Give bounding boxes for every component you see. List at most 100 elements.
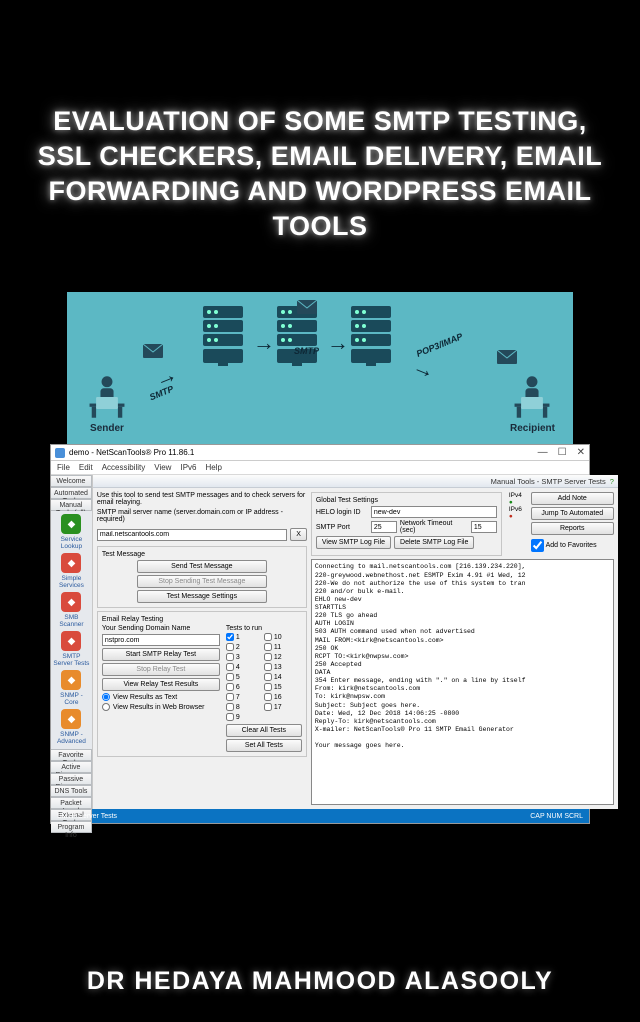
test-checkbox-12[interactable] bbox=[264, 653, 272, 661]
tool-label[interactable]: SMB Scanner bbox=[53, 614, 90, 628]
reports-button[interactable]: Reports bbox=[531, 522, 614, 535]
sidebar-tab[interactable]: Packet Level Tools bbox=[51, 797, 92, 809]
group-title: Global Test Settings bbox=[316, 497, 497, 504]
menu-help[interactable]: Help bbox=[205, 463, 221, 472]
protocol-label: POP3/IMAP bbox=[415, 332, 464, 360]
tool-label[interactable]: Simple Services bbox=[53, 575, 90, 589]
author-name: DR HEDAYA MAHMOOD ALASOOLY bbox=[0, 967, 640, 996]
test-settings-button[interactable]: Test Message Settings bbox=[137, 590, 267, 603]
test-checkbox-11[interactable] bbox=[264, 643, 272, 651]
sidebar-tab[interactable]: DNS Tools bbox=[51, 785, 92, 797]
test-checkbox-6[interactable] bbox=[226, 683, 234, 691]
send-test-button[interactable]: Send Test Message bbox=[137, 560, 267, 573]
relay-domain-input[interactable] bbox=[102, 634, 220, 646]
jump-automated-button[interactable]: Jump To Automated bbox=[531, 507, 614, 520]
port-input[interactable] bbox=[371, 521, 397, 533]
server-icon bbox=[351, 306, 391, 363]
protocol-label: SMTP bbox=[294, 346, 319, 356]
sidebar: Welcome Automated Tools Manual Tools (al… bbox=[51, 475, 93, 809]
sender-label: Sender bbox=[90, 423, 124, 434]
timeout-input[interactable] bbox=[471, 521, 497, 533]
sidebar-tab[interactable]: Active Discovery Tools bbox=[51, 761, 92, 773]
start-relay-button[interactable]: Start SMTP Relay Test bbox=[102, 648, 220, 661]
view-relay-button[interactable]: View Relay Test Results bbox=[102, 678, 220, 691]
helo-label: HELO login ID bbox=[316, 509, 368, 516]
test-checkbox-14[interactable] bbox=[264, 673, 272, 681]
minimize-button[interactable]: — bbox=[538, 447, 548, 458]
tool-label[interactable]: SNMP - Core bbox=[53, 692, 90, 706]
tool-label[interactable]: Service Lookup bbox=[53, 536, 90, 550]
maximize-button[interactable]: ☐ bbox=[558, 447, 567, 458]
sidebar-tab-manual-all[interactable]: Manual Tools (all) bbox=[51, 499, 92, 511]
smtp-diagram: Sender Recipient → → → → SMTP SMTP POP3/… bbox=[67, 292, 573, 444]
sidebar-tab[interactable]: Passive Discovery Tools bbox=[51, 773, 92, 785]
help-icon[interactable]: ? bbox=[610, 477, 614, 486]
add-note-button[interactable]: Add Note bbox=[531, 492, 614, 505]
server-label: SMTP mail server name (server.domain.com… bbox=[97, 509, 307, 523]
set-all-button[interactable]: Set All Tests bbox=[226, 739, 302, 752]
recipient-figure: Recipient bbox=[510, 373, 555, 434]
view-text-radio[interactable] bbox=[102, 693, 110, 701]
test-checkbox-17[interactable] bbox=[264, 703, 272, 711]
sidebar-tab-automated[interactable]: Automated Tools bbox=[51, 487, 92, 499]
statusbar: SMTP Server Tests CAP NUM SCRL bbox=[51, 809, 589, 823]
delete-log-button[interactable]: Delete SMTP Log File bbox=[394, 536, 474, 549]
titlebar: demo - NetScanTools® Pro 11.86.1 — ☐ ✕ bbox=[51, 445, 589, 461]
stop-relay-button[interactable]: Stop Relay Test bbox=[102, 663, 220, 676]
menu-view[interactable]: View bbox=[154, 463, 171, 472]
main-panel: Manual Tools - SMTP Server Tests ? Use t… bbox=[93, 475, 618, 809]
book-title: EVALUATION OF SOME SMTP TESTING, SSL CHE… bbox=[0, 0, 640, 264]
tests-label: Tests to run bbox=[226, 625, 302, 632]
helo-input[interactable] bbox=[371, 506, 497, 518]
tool-icon[interactable]: ◆ bbox=[61, 631, 81, 651]
view-log-button[interactable]: View SMTP Log File bbox=[316, 536, 391, 549]
sidebar-tab[interactable]: Program Info bbox=[51, 821, 92, 833]
test-checkbox-3[interactable] bbox=[226, 653, 234, 661]
stop-sending-button[interactable]: Stop Sending Test Message bbox=[137, 575, 267, 588]
arrow-icon: → bbox=[253, 330, 275, 356]
tool-label[interactable]: SNMP - Advanced bbox=[53, 731, 90, 745]
menu-accessibility[interactable]: Accessibility bbox=[102, 463, 146, 472]
test-checkbox-7[interactable] bbox=[226, 693, 234, 701]
test-checkbox-16[interactable] bbox=[264, 693, 272, 701]
view-browser-radio[interactable] bbox=[102, 703, 110, 711]
test-checkbox-10[interactable] bbox=[264, 633, 272, 641]
menu-ipv6[interactable]: IPv6 bbox=[180, 463, 196, 472]
test-checkbox-13[interactable] bbox=[264, 663, 272, 671]
test-checkbox-8[interactable] bbox=[226, 703, 234, 711]
relay-group: Email Relay Testing Your Sending Domain … bbox=[97, 611, 307, 757]
smtp-server-input[interactable] bbox=[97, 529, 287, 541]
test-checkbox-1[interactable] bbox=[226, 633, 234, 641]
test-message-group: Test Message Send Test Message Stop Send… bbox=[97, 546, 307, 608]
group-title: Test Message bbox=[102, 551, 302, 558]
test-checkbox-15[interactable] bbox=[264, 683, 272, 691]
tool-icon[interactable]: ◆ bbox=[61, 709, 81, 729]
test-checkbox-5[interactable] bbox=[226, 673, 234, 681]
envelope-icon bbox=[297, 300, 317, 319]
arrow-icon: → bbox=[327, 330, 349, 356]
clear-server-button[interactable]: X bbox=[290, 528, 307, 541]
ip-indicator: IPv4 ● IPv6 ● bbox=[509, 492, 527, 520]
close-button[interactable]: ✕ bbox=[577, 447, 585, 458]
tool-label[interactable]: SMTP Server Tests bbox=[53, 653, 90, 667]
tool-icon[interactable]: ◆ bbox=[61, 514, 81, 534]
clear-all-button[interactable]: Clear All Tests bbox=[226, 724, 302, 737]
window-title: demo - NetScanTools® Pro 11.86.1 bbox=[69, 448, 194, 457]
tool-icon[interactable]: ◆ bbox=[61, 553, 81, 573]
sidebar-tab-welcome[interactable]: Welcome bbox=[51, 475, 92, 487]
menu-edit[interactable]: Edit bbox=[79, 463, 93, 472]
server-icon bbox=[203, 306, 243, 363]
app-icon bbox=[55, 448, 65, 458]
port-label: SMTP Port bbox=[316, 524, 368, 531]
group-title: Email Relay Testing bbox=[102, 616, 302, 623]
tool-icon[interactable]: ◆ bbox=[61, 592, 81, 612]
test-checkbox-2[interactable] bbox=[226, 643, 234, 651]
menu-file[interactable]: File bbox=[57, 463, 70, 472]
tool-icon[interactable]: ◆ bbox=[61, 670, 81, 690]
smtp-log-output[interactable]: Connecting to mail.netscantools.com [216… bbox=[311, 559, 614, 805]
sidebar-tab[interactable]: Favorite Tools bbox=[51, 749, 92, 761]
sender-figure: Sender bbox=[85, 373, 129, 434]
test-checkbox-4[interactable] bbox=[226, 663, 234, 671]
test-checkbox-9[interactable] bbox=[226, 713, 234, 721]
fav-checkbox[interactable] bbox=[531, 539, 544, 552]
